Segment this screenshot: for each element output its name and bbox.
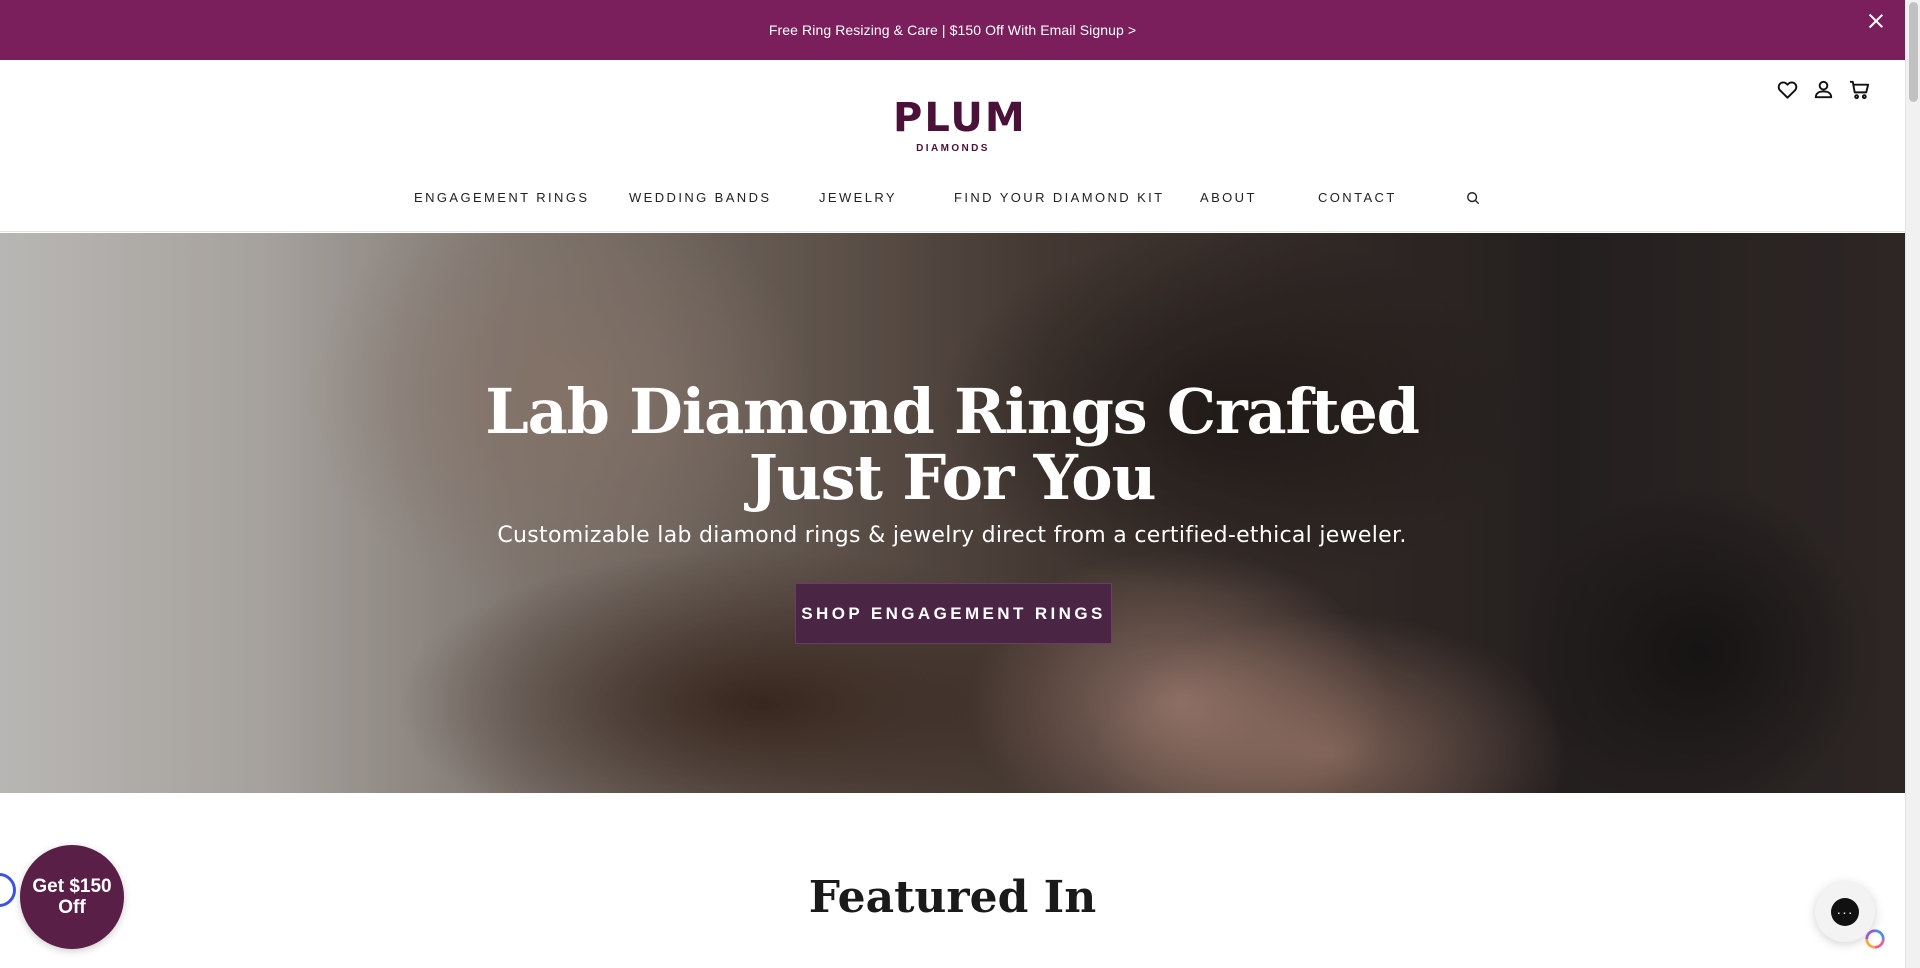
- account-icon[interactable]: [1812, 78, 1835, 101]
- scrollbar-thumb[interactable]: [1909, 2, 1918, 102]
- featured-in-heading: Featured In: [808, 872, 1097, 923]
- search-icon[interactable]: [1466, 191, 1480, 205]
- nav-jewelry[interactable]: JEWELRY: [819, 186, 897, 210]
- chat-icon: ···: [1831, 898, 1859, 926]
- main-nav: ENGAGEMENT RINGS WEDDING BANDS JEWELRY F…: [0, 186, 1905, 210]
- nav-wedding-bands[interactable]: WEDDING BANDS: [629, 186, 771, 210]
- hero-banner: Lab Diamond Rings Crafted Just For You C…: [0, 233, 1905, 793]
- hero-subtitle: Customizable lab diamond rings & jewelry…: [497, 523, 1407, 548]
- logo-sub: DIAMONDS: [916, 143, 990, 154]
- site-header: PLUM DIAMONDS ENGAGEMENT RINGS WEDDING B…: [0, 60, 1905, 232]
- logo[interactable]: PLUM DIAMONDS: [893, 95, 1027, 154]
- promo-badge[interactable]: Get $150 Off: [20, 845, 124, 949]
- hero-title: Lab Diamond Rings Crafted Just For You: [485, 375, 1420, 514]
- recaptcha-icon: [1864, 928, 1886, 950]
- hero-content: Lab Diamond Rings Crafted Just For You C…: [0, 233, 1905, 793]
- shop-engagement-rings-button[interactable]: SHOP ENGAGEMENT RINGS: [795, 583, 1112, 644]
- header-icons: [1776, 78, 1871, 101]
- logo-main: PLUM: [893, 95, 1027, 141]
- nav-contact[interactable]: CONTACT: [1318, 186, 1397, 210]
- nav-find-your-diamond-kit[interactable]: FIND YOUR DIAMOND KIT: [954, 186, 1165, 210]
- heart-icon[interactable]: [1776, 78, 1799, 101]
- nav-engagement-rings[interactable]: ENGAGEMENT RINGS: [414, 186, 589, 210]
- scrollbar[interactable]: [1905, 0, 1920, 968]
- announcement-bar: Free Ring Resizing & Care | $150 Off Wit…: [0, 0, 1905, 60]
- close-icon[interactable]: [1867, 12, 1885, 30]
- nav-about[interactable]: ABOUT: [1200, 186, 1257, 210]
- announcement-link[interactable]: Free Ring Resizing & Care | $150 Off Wit…: [769, 22, 1136, 38]
- cart-icon[interactable]: [1848, 78, 1871, 101]
